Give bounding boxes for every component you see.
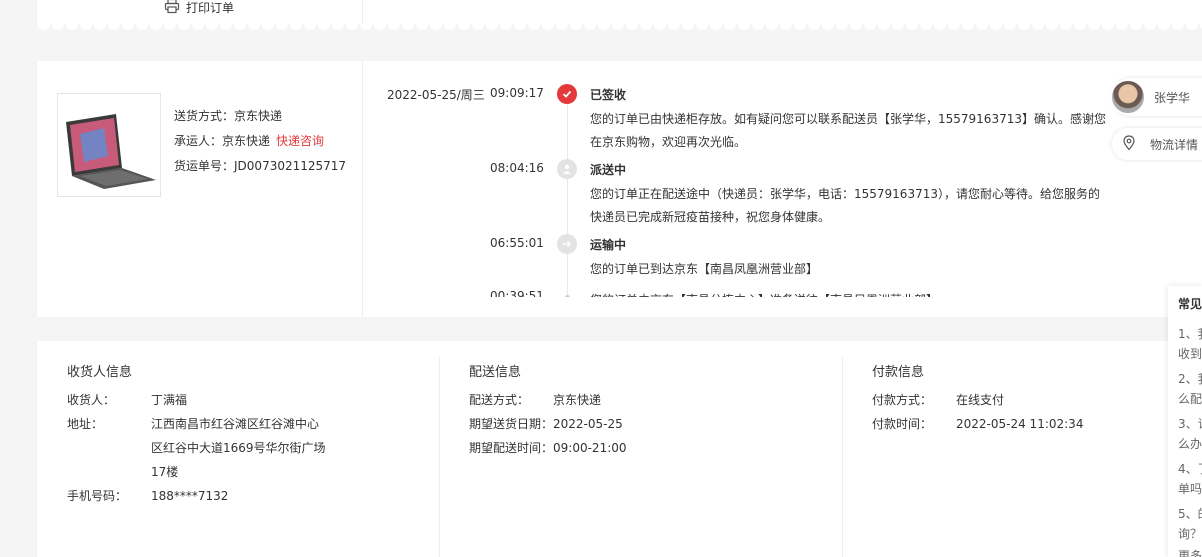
check-icon	[557, 84, 577, 104]
status-title: 已签收	[590, 88, 627, 102]
status-title: 派送中	[590, 163, 627, 177]
order-info-card: 收货人信息 收货人： 丁满福 地址： 江西南昌市红谷滩区红谷滩中心 区红谷中大道16…	[37, 341, 1202, 557]
divider	[439, 357, 440, 557]
printer-icon	[164, 0, 180, 17]
faq-item[interactable]: 单吗	[1178, 479, 1202, 499]
timeline-dot-icon	[565, 295, 570, 297]
faq-item[interactable]: 4、了	[1178, 459, 1202, 479]
divider	[362, 61, 363, 317]
delivery-title: 配送信息	[469, 365, 522, 380]
tracking-timeline: 2022-05-25/周三 09:09:17 已签收 您的订单已由快递柜存放。如…	[377, 61, 1117, 297]
faq-item[interactable]: 询？	[1178, 524, 1202, 544]
receiver-title: 收货人信息	[67, 365, 133, 380]
courier-consult-link[interactable]: 快递咨询	[276, 134, 324, 148]
carrier-row: 承运人：京东快递 快递咨询	[174, 134, 325, 148]
wavy-separator	[37, 24, 1202, 38]
faq-title: 常见	[1178, 297, 1202, 311]
faq-item[interactable]: 收到	[1178, 344, 1202, 364]
divider	[842, 357, 843, 557]
transport-icon	[557, 234, 577, 254]
status-title: 运输中	[590, 238, 627, 252]
timeline-line	[567, 99, 568, 297]
payment-title: 付款信息	[872, 365, 925, 380]
waybill-row: 货运单号：JD0073021125717	[174, 159, 347, 173]
faq-item[interactable]: 2、我	[1178, 369, 1202, 389]
shipping-method-row: 送货方式：京东快递	[174, 109, 283, 123]
divider	[362, 0, 363, 24]
product-thumbnail[interactable]	[57, 93, 161, 197]
faq-item[interactable]: 5、的	[1178, 504, 1202, 524]
faq-item[interactable]: 1、我	[1178, 324, 1202, 344]
location-pin-icon	[1122, 134, 1136, 154]
faq-more-link[interactable]: 更多	[1178, 546, 1202, 557]
print-order-label: 打印订单	[186, 1, 235, 15]
shipment-info: 送货方式：京东快递 承运人：京东快递 快递咨询 货运单号：JD0073021125…	[174, 104, 346, 179]
faq-item[interactable]: 么配	[1178, 389, 1202, 409]
faq-item[interactable]: 么办	[1178, 434, 1202, 454]
faq-item[interactable]: 3、订	[1178, 414, 1202, 434]
avatar	[1110, 79, 1146, 115]
print-order-button[interactable]: 打印订单	[164, 0, 234, 17]
payment-info: 付款信息 付款方式： 在线支付 付款时间： 2022-05-24 11:02:34	[872, 341, 1172, 557]
faq-panel: 常见 1、我 收到 2、我 么配 3、订 么办 4、了 单吗 5、的 询？ 更多	[1168, 286, 1202, 557]
tracking-card: 送货方式：京东快递 承运人：京东快递 快递咨询 货运单号：JD0073021125…	[37, 61, 1202, 317]
courier-contact-badge[interactable]: 张学华	[1110, 78, 1202, 116]
order-actions-strip: 打印订单	[37, 0, 1202, 24]
logistics-detail-button[interactable]: 物流详情	[1112, 128, 1202, 160]
receiver-info: 收货人信息 收货人： 丁满福 地址： 江西南昌市红谷滩区红谷滩中心 区红谷中大道16…	[67, 341, 437, 557]
delivery-info: 配送信息 配送方式： 京东快递 期望送货日期：2022-05-25 期望配送时间：…	[469, 341, 839, 557]
courier-person-icon	[557, 159, 577, 179]
